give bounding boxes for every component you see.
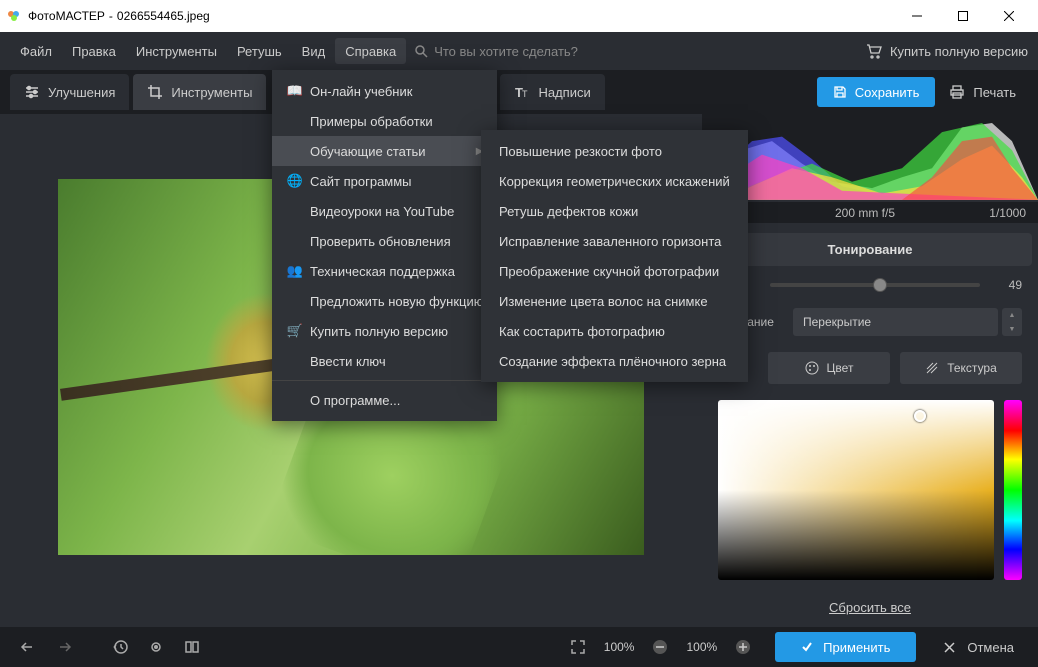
tab-improvements[interactable]: Улучшения — [10, 74, 129, 110]
article-retouch[interactable]: Ретушь дефектов кожи — [481, 196, 748, 226]
type-texture-button[interactable]: Текстура — [900, 352, 1022, 384]
articles-submenu: Повышение резкости фото Коррекция геомет… — [481, 130, 748, 382]
article-vintage[interactable]: Как состарить фотографию — [481, 316, 748, 346]
exif-info: 2000 200 mm f/5 1/1000 — [702, 202, 1038, 224]
article-transform[interactable]: Преображение скучной фотографии — [481, 256, 748, 286]
globe-icon: 🌐 — [284, 173, 306, 189]
color-picker-area — [702, 392, 1038, 588]
right-panel: 2000 200 mm f/5 1/1000 Тонирование а 49 … — [702, 114, 1038, 627]
article-horizon[interactable]: Исправление заваленного горизонта — [481, 226, 748, 256]
zoom-in-button[interactable] — [725, 632, 761, 662]
search-placeholder: Что вы хотите сделать? — [434, 44, 578, 59]
menu-retouch[interactable]: Ретушь — [227, 38, 292, 64]
article-grain[interactable]: Создание эффекта плёночного зерна — [481, 346, 748, 376]
print-icon — [949, 84, 965, 100]
help-online-tutorial[interactable]: 📖Он-лайн учебник — [272, 76, 497, 106]
help-support[interactable]: 👥Техническая поддержка — [272, 256, 497, 286]
buy-full-version-link[interactable]: Купить полную версию — [866, 43, 1028, 59]
close-icon — [944, 642, 955, 653]
menu-file[interactable]: Файл — [10, 38, 62, 64]
compare-button[interactable] — [138, 632, 174, 662]
redo-button[interactable] — [46, 632, 82, 662]
help-about[interactable]: О программе... — [272, 385, 497, 415]
article-haircolor[interactable]: Изменение цвета волос на снимке — [481, 286, 748, 316]
app-title: ФотоМАСТЕР — [28, 9, 105, 23]
apply-button[interactable]: Применить — [775, 632, 916, 662]
close-button[interactable] — [986, 0, 1032, 32]
color-cursor[interactable] — [914, 410, 926, 422]
blend-select[interactable]: Перекрытие — [793, 308, 998, 336]
crop-icon — [147, 84, 163, 100]
zoom-fit-label: 100% — [604, 640, 635, 654]
text-icon: TT — [514, 84, 530, 100]
tab-tools[interactable]: Инструменты — [133, 74, 266, 110]
print-button[interactable]: Печать — [949, 84, 1016, 100]
menu-edit[interactable]: Правка — [62, 38, 126, 64]
svg-text:T: T — [522, 89, 528, 99]
help-articles[interactable]: Обучающие статьи▶ — [272, 136, 497, 166]
fit-screen-button[interactable] — [560, 632, 596, 662]
book-icon: 📖 — [284, 83, 306, 99]
cart-icon: 🛒 — [284, 323, 306, 339]
menu-view[interactable]: Вид — [292, 38, 336, 64]
help-examples[interactable]: Примеры обработки — [272, 106, 497, 136]
search-icon — [414, 44, 428, 58]
help-suggest[interactable]: Предложить новую функцию — [272, 286, 497, 316]
menu-tools[interactable]: Инструменты — [126, 38, 227, 64]
tab-captions[interactable]: TT Надписи — [500, 74, 604, 110]
exif-shutter: 1/1000 — [989, 206, 1026, 220]
help-key[interactable]: Ввести ключ — [272, 346, 497, 376]
zoom-value: 100% — [686, 640, 717, 654]
article-geometry[interactable]: Коррекция геометрических искажений — [481, 166, 748, 196]
menubar: Файл Правка Инструменты Ретушь Вид Справ… — [0, 32, 1038, 70]
app-icon — [6, 8, 22, 24]
titlebar: ФотоМАСТЕР - 0266554465.jpeg — [0, 0, 1038, 32]
save-icon — [833, 85, 847, 99]
article-sharpness[interactable]: Повышение резкости фото — [481, 136, 748, 166]
sliders-icon — [24, 84, 40, 100]
strength-value: 49 — [992, 278, 1022, 292]
search-box[interactable]: Что вы хотите сделать? — [414, 44, 578, 59]
zoom-out-button[interactable] — [642, 632, 678, 662]
strength-slider[interactable] — [770, 283, 980, 287]
exif-lens: 200 mm f/5 — [835, 206, 895, 220]
undo-button[interactable] — [10, 632, 46, 662]
cancel-button[interactable]: Отмена — [930, 640, 1028, 655]
blend-row: ешивание Перекрытие ▲▼ — [702, 300, 1038, 344]
histogram[interactable] — [702, 114, 1038, 200]
blend-spinner[interactable]: ▲▼ — [1002, 308, 1022, 336]
reset-all-link[interactable]: Сбросить все — [702, 588, 1038, 627]
minimize-button[interactable] — [894, 0, 940, 32]
palette-icon — [805, 361, 819, 375]
file-name: 0266554465.jpeg — [117, 9, 210, 23]
save-button[interactable]: Сохранить — [817, 77, 936, 107]
strength-row: а 49 — [702, 270, 1038, 300]
maximize-button[interactable] — [940, 0, 986, 32]
texture-icon — [925, 361, 939, 375]
help-menu-dropdown: 📖Он-лайн учебник Примеры обработки Обуча… — [272, 70, 497, 421]
menu-help[interactable]: Справка — [335, 38, 406, 64]
help-youtube[interactable]: Видеоуроки на YouTube — [272, 196, 497, 226]
help-updates[interactable]: Проверить обновления — [272, 226, 497, 256]
group-toning[interactable]: Тонирование — [708, 233, 1032, 266]
help-buy[interactable]: 🛒Купить полную версию — [272, 316, 497, 346]
check-icon — [801, 641, 813, 653]
history-button[interactable] — [102, 632, 138, 662]
color-field[interactable] — [718, 400, 994, 580]
help-website[interactable]: 🌐Сайт программы — [272, 166, 497, 196]
people-icon: 👥 — [284, 263, 306, 279]
tool-tabs: Улучшения Инструменты TT Надписи Сохрани… — [0, 70, 1038, 114]
type-color-button[interactable]: Цвет — [768, 352, 890, 384]
before-after-button[interactable] — [174, 632, 210, 662]
hue-slider[interactable] — [1004, 400, 1022, 580]
cart-icon — [866, 43, 882, 59]
bottom-bar: 100% 100% Применить Отмена — [0, 627, 1038, 667]
